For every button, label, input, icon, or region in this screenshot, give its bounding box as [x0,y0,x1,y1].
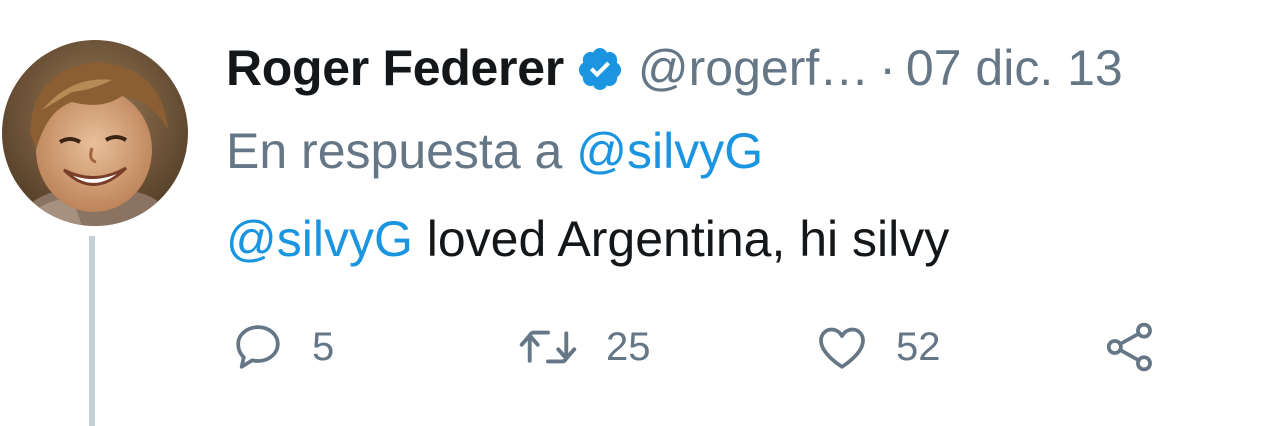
share-button[interactable] [1102,314,1158,380]
like-count: 52 [896,324,941,369]
tweet-actions: 5 25 52 [226,314,1186,380]
retweet-count: 25 [606,324,651,369]
reply-prefix: En respuesta a [226,123,563,179]
author-name[interactable]: Roger Federer [226,36,564,100]
reply-button[interactable]: 5 [230,314,334,380]
avatar[interactable] [2,40,188,226]
reply-context: En respuesta a @silvyG [226,119,763,183]
header-separator: · [879,40,896,96]
avatar-image [2,40,188,226]
retweet-button[interactable]: 25 [516,314,651,380]
tweet-text: @silvyG loved Argentina, hi silvy [226,207,949,271]
body-text: loved Argentina, hi silvy [412,211,950,267]
reply-to-mention[interactable]: @silvyG [576,123,763,179]
tweet[interactable]: Roger Federer @rogerf… · 07 dic. 13 En r… [0,0,1278,426]
reply-count: 5 [312,324,335,369]
author-handle[interactable]: @rogerf… [638,36,869,100]
share-icon [1106,322,1152,372]
like-button[interactable]: 52 [814,314,941,380]
tweet-header: Roger Federer @rogerf… · 07 dic. 13 [226,36,1123,100]
verified-badge-icon [576,44,624,92]
retweet-icon [519,330,577,364]
body-mention[interactable]: @silvyG [226,211,413,267]
heart-icon [819,327,865,369]
tweet-date[interactable]: 07 dic. 13 [906,36,1123,100]
reply-icon [236,325,280,369]
thread-line [89,236,95,426]
